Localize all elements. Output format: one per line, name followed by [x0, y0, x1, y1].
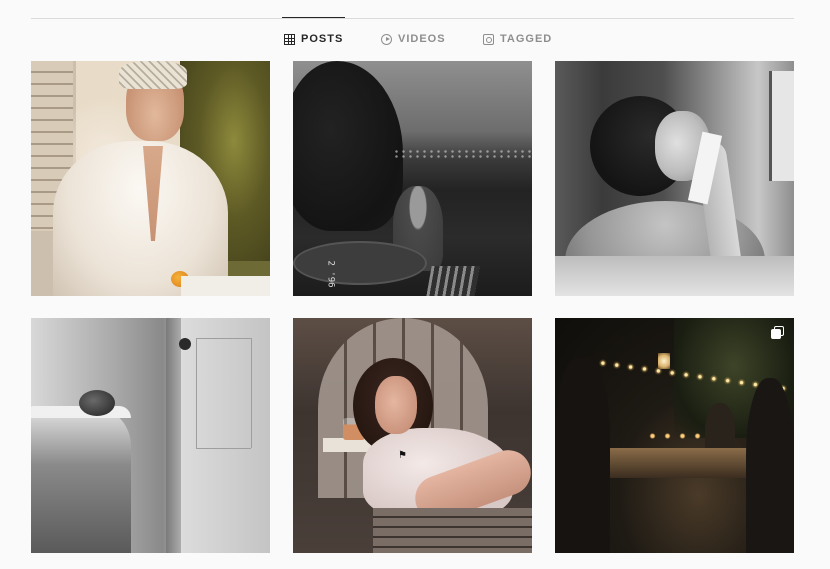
tag-icon [483, 33, 494, 45]
photo-detail [293, 241, 427, 285]
post-thumbnail[interactable] [555, 61, 794, 296]
post-thumbnail[interactable] [31, 318, 270, 553]
profile-posts-page: POSTS VIDEOS TAGGED 2 '96 ⚑ [0, 0, 830, 569]
tab-videos[interactable]: VIDEOS [381, 18, 446, 60]
photo-detail [555, 256, 794, 296]
tab-tagged[interactable]: TAGGED [483, 18, 552, 60]
photo-detail [53, 141, 228, 296]
photo-detail [645, 426, 705, 446]
post-thumbnail[interactable]: 2 '96 [293, 61, 532, 296]
photo-detail [181, 276, 270, 296]
photo-detail [79, 390, 115, 416]
tab-videos-label: VIDEOS [398, 33, 446, 45]
photo-detail [393, 149, 532, 159]
photo-detail [375, 376, 417, 434]
multiple-images-icon [771, 326, 785, 340]
photo-detail [179, 338, 191, 350]
photo-date-stamp: 2 '96 [325, 260, 336, 288]
tab-posts[interactable]: POSTS [281, 17, 346, 60]
tab-posts-label: POSTS [301, 33, 344, 45]
photo-detail [293, 61, 403, 231]
photo-detail [610, 448, 760, 478]
profile-tabs: POSTS VIDEOS TAGGED [0, 17, 830, 60]
tab-tagged-label: TAGGED [500, 33, 553, 45]
photo-detail [373, 508, 532, 553]
play-icon [381, 33, 392, 45]
grid-icon [284, 33, 295, 45]
photo-detail [31, 406, 131, 553]
photo-detail [658, 353, 670, 369]
photo-detail [555, 358, 610, 553]
photo-detail [746, 378, 794, 553]
post-thumbnail[interactable]: ⚑ [293, 318, 532, 553]
photo-detail [181, 318, 270, 553]
flag-icon: ⚑ [398, 450, 407, 461]
photo-detail [426, 266, 480, 296]
post-thumbnail[interactable] [31, 61, 270, 296]
photo-detail [119, 61, 187, 89]
post-thumbnail[interactable] [555, 318, 794, 553]
photo-detail [769, 71, 794, 181]
